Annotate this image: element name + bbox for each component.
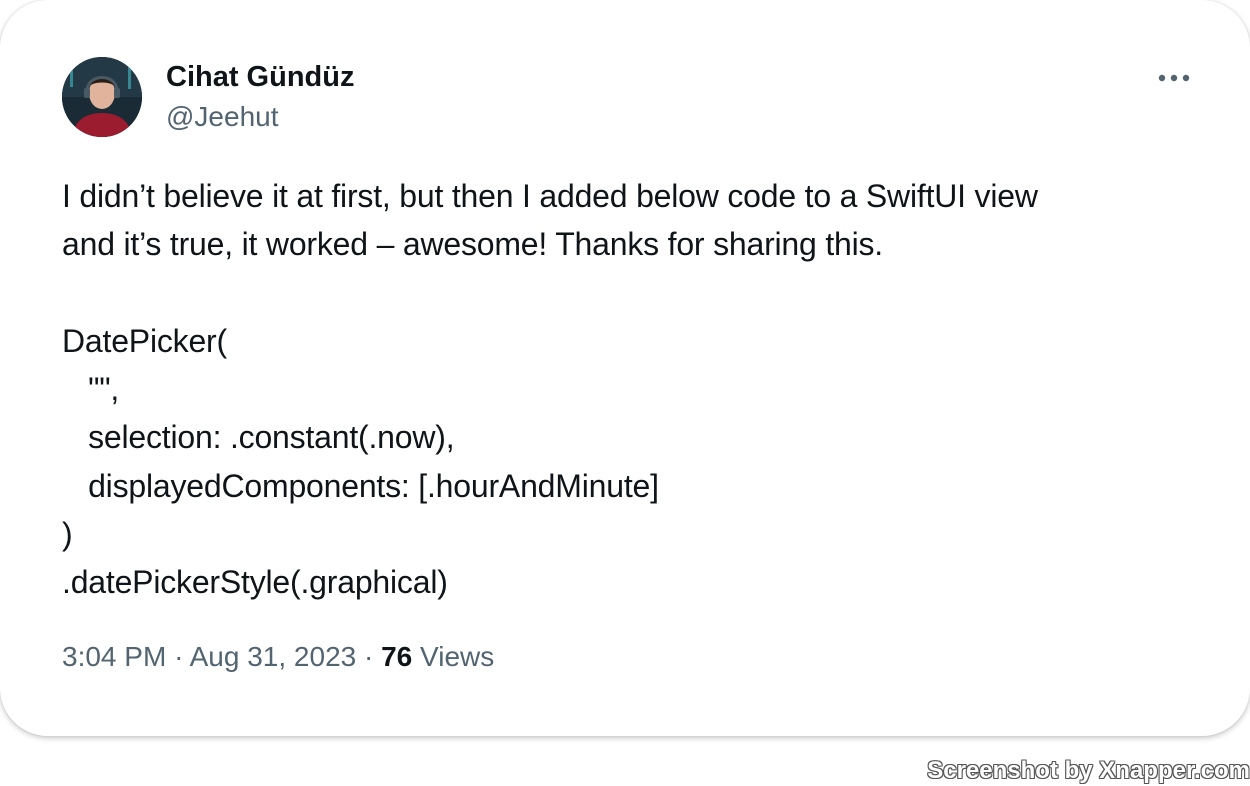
tweet-text: I didn’t believe it at first, but then I… bbox=[62, 178, 1038, 601]
meta-separator: · bbox=[174, 641, 184, 672]
views-label: Views bbox=[420, 641, 495, 672]
meta-separator: · bbox=[364, 641, 374, 672]
views-count: 76 bbox=[381, 641, 413, 672]
tweet-date[interactable]: Aug 31, 2023 bbox=[190, 641, 357, 672]
more-horizontal-icon bbox=[1158, 74, 1190, 82]
avatar[interactable] bbox=[62, 57, 142, 137]
watermark: Screenshot by Xnapper.com bbox=[927, 757, 1250, 784]
tweet-time[interactable]: 3:04 PM bbox=[62, 641, 166, 672]
more-options-button[interactable] bbox=[1152, 60, 1196, 96]
user-avatar-image bbox=[62, 57, 142, 137]
author-handle[interactable]: @Jeehut bbox=[166, 100, 279, 134]
tweet-meta: 3:04 PM · Aug 31, 2023 · 76 Views bbox=[62, 638, 494, 676]
tweet-card: Cihat Gündüz @Jeehut I didn’t believe it… bbox=[0, 0, 1250, 736]
author-display-name[interactable]: Cihat Gündüz bbox=[166, 60, 354, 94]
